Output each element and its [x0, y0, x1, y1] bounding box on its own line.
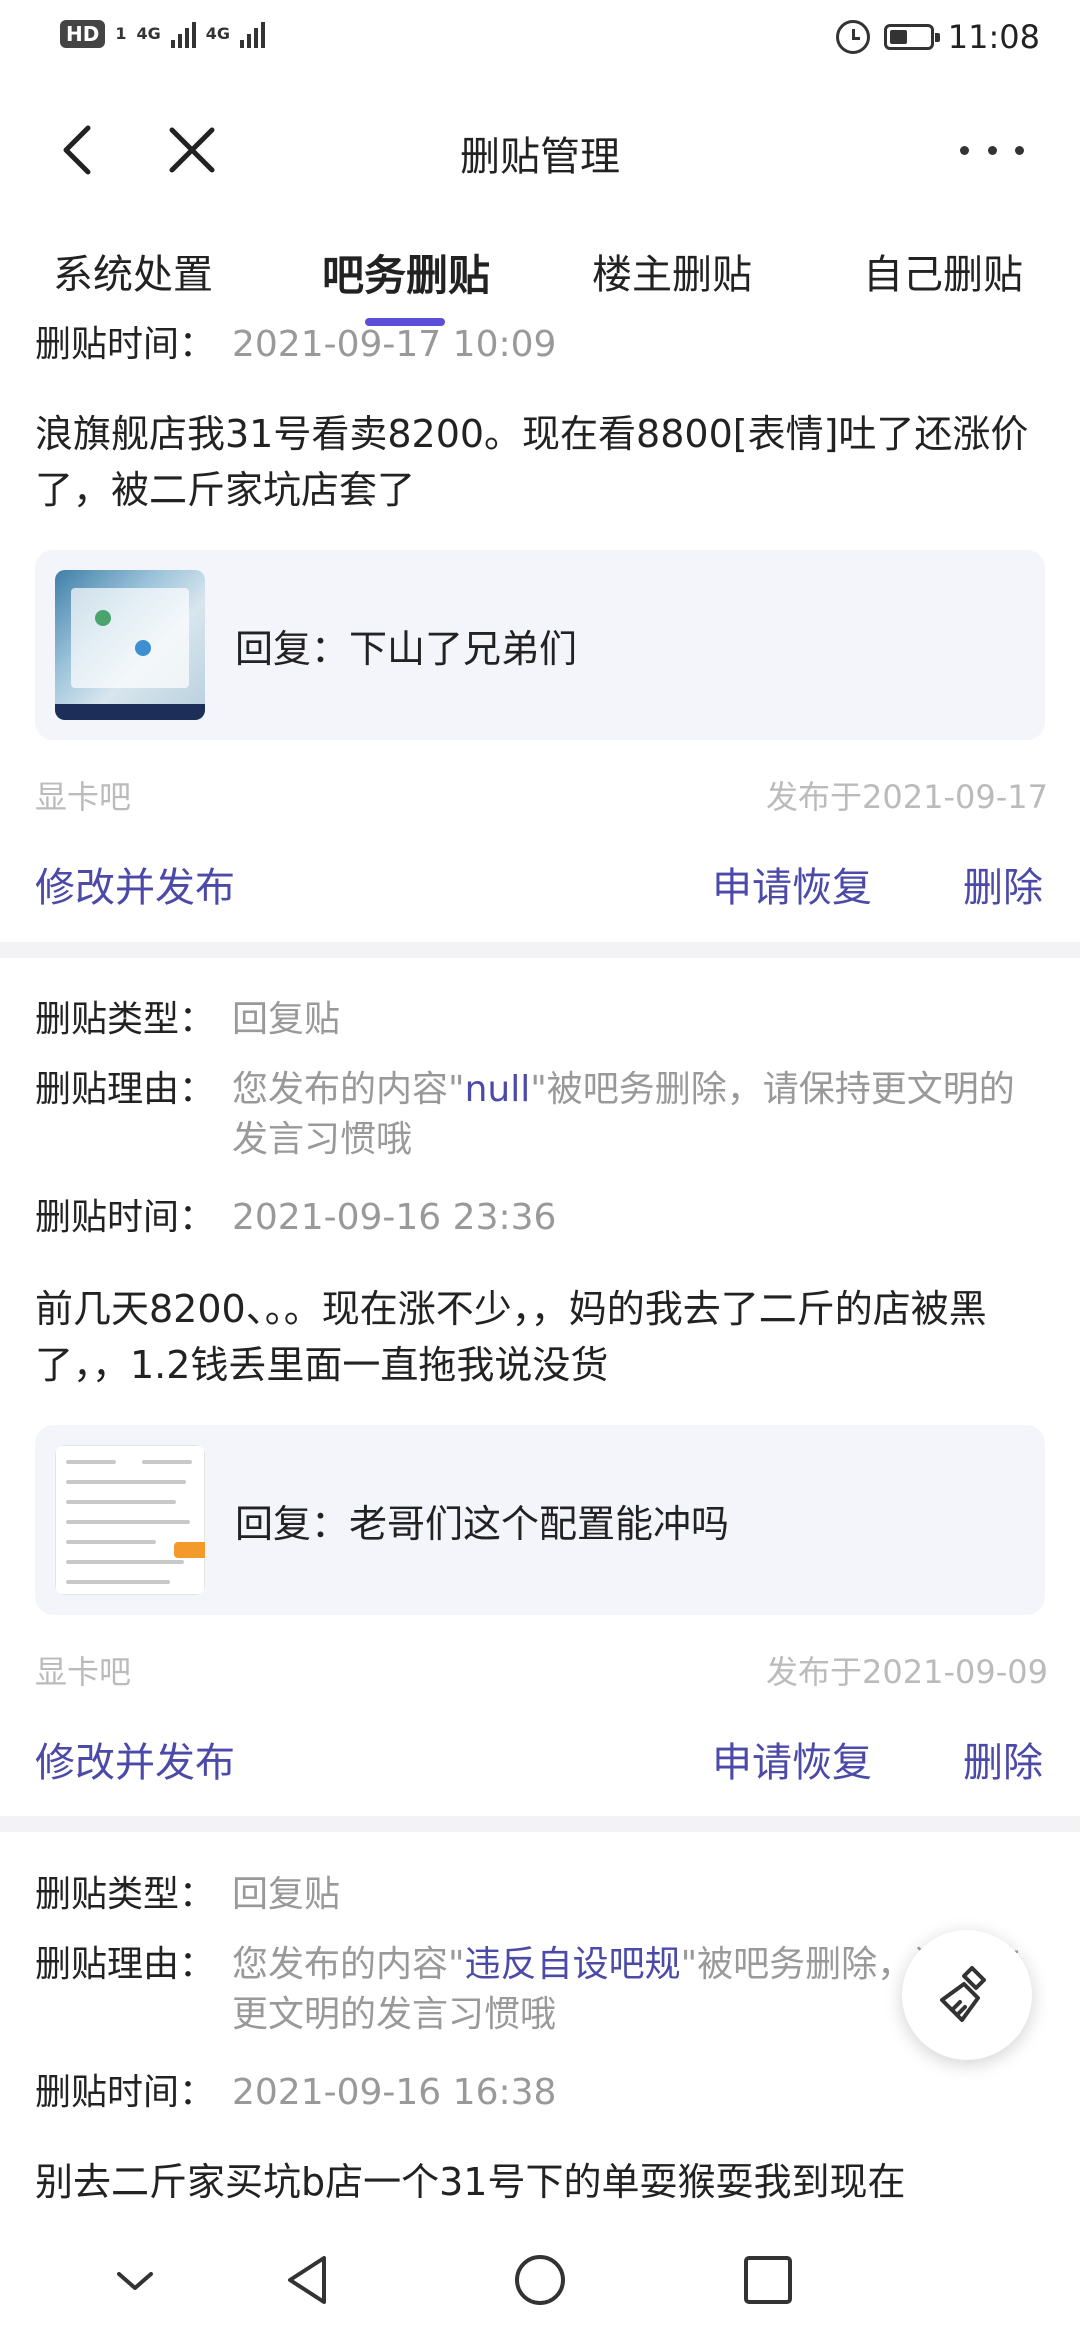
thread-thumbnail: [55, 570, 205, 720]
delete-time-value: 2021-09-16 23:36: [232, 1197, 557, 1238]
quoted-thread[interactable]: 回复：下山了兄弟们: [35, 550, 1045, 740]
system-nav-bar: [0, 2220, 1080, 2340]
delete-time-value: 2021-09-16 16:38: [232, 2072, 557, 2113]
status-bar: HD 1 4G 4G 11:08: [0, 0, 1080, 80]
delete-type-label: 删贴类型：: [35, 1874, 216, 1915]
hd-badge: HD: [60, 20, 106, 48]
more-button[interactable]: [952, 118, 1032, 182]
reason-highlight: 违反自设吧规: [464, 1944, 681, 1985]
edit-and-publish-button[interactable]: 修改并发布: [35, 1730, 235, 1788]
status-right: 11:08: [835, 18, 1040, 56]
page: HD 1 4G 4G 11:08 删贴管理 系统处置 吧务删贴 楼主删贴 自己删…: [0, 0, 1080, 2340]
triangle-back-icon: [288, 2256, 326, 2304]
delete-time-label: 删贴时间：: [35, 324, 216, 365]
clean-fab-button[interactable]: [902, 1930, 1032, 2060]
quoted-thread-title: 回复：老哥们这个配置能冲吗: [235, 1502, 730, 1546]
forum-name[interactable]: 显卡吧: [35, 772, 131, 818]
request-restore-button[interactable]: 申请恢复: [712, 1730, 872, 1788]
reason-prefix: 您发布的内容": [232, 1069, 465, 1110]
delete-time-label: 删贴时间：: [35, 1197, 216, 1238]
circle-home-icon: [515, 2255, 565, 2305]
network-label-2: 4G: [205, 24, 231, 43]
nav-hide-button[interactable]: [105, 2250, 165, 2310]
delete-button[interactable]: 删除: [963, 1730, 1043, 1788]
post-content[interactable]: 浪旗舰店我31号看卖8200。现在看8800[表情]吐了还涨价了，被二斤家坑店套…: [35, 406, 1048, 518]
delete-reason-label: 删贴理由：: [35, 1069, 216, 1110]
forum-name[interactable]: 显卡吧: [35, 1647, 131, 1693]
signal-icon: [240, 20, 266, 48]
page-title: 删贴管理: [460, 134, 620, 180]
battery-fill: [889, 30, 907, 44]
more-dot: [1015, 145, 1024, 155]
publish-date: 发布于2021-09-17: [766, 778, 1048, 816]
quoted-thread-title: 回复：下山了兄弟们: [235, 627, 578, 671]
thread-thumbnail: [55, 1445, 205, 1595]
delete-type-label: 删贴类型：: [35, 999, 216, 1040]
delete-type-value: 回复贴: [232, 999, 341, 1040]
delete-reason-row: 删贴理由： 您发布的内容"违反自设吧规"被吧务删除，请保持更文明的发言习惯哦: [35, 1940, 1048, 2050]
clock: 11:08: [947, 18, 1040, 56]
request-restore-button[interactable]: 申请恢复: [712, 855, 872, 913]
broom-icon: [940, 1966, 986, 2022]
tab-self-deleted[interactable]: 自己删贴: [863, 242, 1023, 300]
delete-reason-value: 您发布的内容"null"被吧务删除，请保持更文明的发言习惯哦: [232, 1065, 1048, 1165]
chevron-down-icon: [117, 2272, 153, 2290]
delete-time-label: 删贴时间：: [35, 2072, 216, 2113]
quoted-thread[interactable]: 回复：老哥们这个配置能冲吗: [35, 1425, 1045, 1615]
edit-and-publish-button[interactable]: 修改并发布: [35, 855, 235, 913]
card-divider: [0, 1816, 1080, 1832]
nav-recents-button[interactable]: [738, 2250, 798, 2310]
post-content[interactable]: 前几天8200、。。现在涨不少，，妈的我去了二斤的店被黑了，，1.2钱丢里面一直…: [35, 1281, 1048, 1393]
delete-type-value: 回复贴: [232, 1874, 341, 1915]
signal-icon: [170, 20, 196, 48]
card-divider: [0, 942, 1080, 958]
square-recents-icon: [744, 2256, 792, 2304]
nav-header: 删贴管理: [0, 100, 1080, 200]
tab-admin-deleted[interactable]: 吧务删贴: [322, 242, 490, 303]
tab-system[interactable]: 系统处置: [53, 242, 213, 300]
reason-highlight: null: [464, 1069, 531, 1110]
deleted-post-card: 删贴类型： 回复贴 删贴理由： 您发布的内容"null"被吧务删除，请保持更文明…: [0, 995, 1080, 1825]
nav-home-button[interactable]: [510, 2250, 570, 2310]
more-dot: [987, 145, 997, 155]
tab-bar: 系统处置 吧务删贴 楼主删贴 自己删贴: [0, 230, 1080, 330]
battery-icon: [883, 24, 940, 50]
status-left: HD 1 4G 4G: [60, 20, 266, 48]
alarm-icon: [835, 20, 870, 54]
delete-reason-label: 删贴理由：: [35, 1944, 216, 1985]
delete-button[interactable]: 删除: [963, 855, 1043, 913]
reason-prefix: 您发布的内容": [232, 1944, 465, 1985]
delete-time-value: 2021-09-17 10:09: [232, 324, 557, 365]
nav-back-button[interactable]: [280, 2250, 340, 2310]
deleted-post-card: 删贴类型： 回复贴 删贴理由： 您发布的内容"违反自设吧规"被吧务删除，请保持更…: [0, 1870, 1080, 2220]
publish-date: 发布于2021-09-09: [766, 1653, 1048, 1691]
tab-owner-deleted[interactable]: 楼主删贴: [592, 242, 752, 300]
deleted-post-card: 删贴时间： 2021-09-17 10:09 浪旗舰店我31号看卖8200。现在…: [0, 320, 1080, 940]
sim-index: 1: [115, 24, 127, 43]
delete-reason-row: 删贴理由： 您发布的内容"null"被吧务删除，请保持更文明的发言习惯哦: [35, 1065, 1048, 1175]
network-label-1: 4G: [136, 24, 161, 43]
more-horizontal-icon: [960, 145, 969, 155]
